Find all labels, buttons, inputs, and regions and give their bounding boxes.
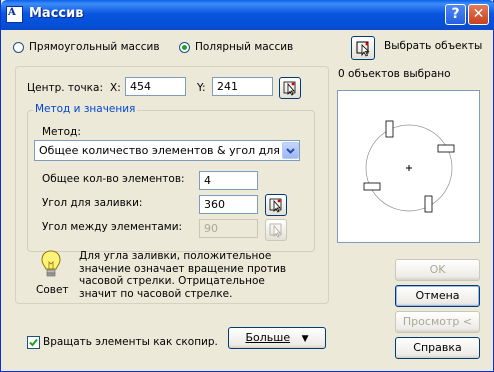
rotate-items-label[interactable]: Вращать элементы как скопир. — [43, 336, 218, 348]
close-button[interactable]: ✕ — [468, 4, 489, 25]
center-y-label: Y: — [197, 82, 206, 94]
cancel-button[interactable]: Отмена — [395, 285, 480, 307]
help-button[interactable]: Справка — [395, 337, 480, 359]
window-title: Массив — [29, 6, 84, 21]
fill-angle-label: Угол для заливки: — [42, 197, 143, 209]
method-select[interactable]: Общее количество элементов & угол для за… — [34, 140, 300, 161]
method-dropdown-arrow[interactable] — [282, 142, 299, 159]
center-x-input[interactable]: 454 — [125, 77, 186, 96]
help-title-button[interactable]: ? — [445, 4, 466, 25]
fill-angle-input[interactable]: 360 — [199, 195, 258, 214]
center-y-input[interactable]: 241 — [212, 77, 273, 96]
pick-center-point-button[interactable] — [279, 77, 301, 99]
total-items-input[interactable]: 4 — [199, 171, 258, 190]
array-preview — [337, 90, 480, 243]
tip-title: Совет — [36, 284, 69, 296]
chevron-down-icon — [286, 148, 295, 154]
rectangular-array-label[interactable]: Прямоугольный массив — [29, 41, 160, 53]
lightbulb-icon — [41, 250, 61, 277]
rectangular-array-radio[interactable] — [13, 42, 24, 53]
polar-array-radio[interactable] — [179, 42, 190, 53]
method-group-title: Метод и значения — [33, 103, 138, 115]
check-icon — [29, 338, 38, 347]
ok-button[interactable]: OK — [395, 259, 480, 281]
center-x-label: X: — [110, 82, 121, 94]
polar-array-label[interactable]: Полярный массив — [195, 41, 293, 53]
pick-fill-angle-button[interactable] — [265, 194, 287, 216]
double-chevron-down-icon: ▼ — [301, 334, 309, 344]
method-select-value: Общее количество элементов & угол для за… — [39, 144, 299, 157]
select-objects-button[interactable] — [351, 36, 375, 60]
more-button[interactable]: Больше ▼ — [228, 327, 326, 349]
tip-text: Для угла заливки, положительное значение… — [79, 250, 287, 300]
pick-point-icon — [269, 198, 282, 213]
center-point-label: Центр. точка: — [27, 82, 103, 94]
polar-array-preview-graphic — [363, 120, 455, 213]
more-button-label: Больше — [245, 331, 291, 344]
selected-count-text: 0 объектов выбрано — [338, 68, 451, 80]
preview-button[interactable]: Просмотр < — [395, 311, 480, 333]
title-bar[interactable]: A Массив ? ✕ — [1, 0, 494, 30]
pick-angle-between-button[interactable] — [265, 219, 287, 241]
pick-point-icon — [269, 223, 282, 238]
method-label: Метод: — [42, 126, 81, 138]
angle-between-input[interactable]: 90 — [199, 219, 258, 238]
array-dialog: A Массив ? ✕ Прямоугольный массив Полярн… — [0, 0, 494, 372]
app-icon: A — [6, 6, 23, 23]
select-objects-label: Выбрать объекты — [384, 40, 483, 52]
total-items-label: Общее кол-во элементов: — [42, 173, 185, 185]
pick-point-icon — [283, 81, 296, 96]
rotate-items-checkbox[interactable] — [27, 336, 40, 349]
angle-between-label: Угол между элементами: — [42, 221, 183, 233]
select-objects-icon — [356, 41, 370, 57]
